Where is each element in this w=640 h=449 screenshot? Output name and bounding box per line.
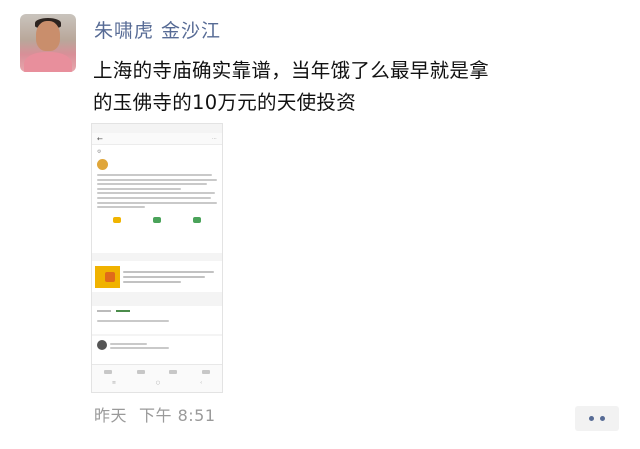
attached-screenshot[interactable]: ← ⋯ ⚙ ≡ ○ ‹: [91, 123, 223, 393]
more-icon: ⋯: [212, 135, 217, 142]
screenshot-text-lines: [97, 174, 217, 209]
post-text-line-1: 上海的寺庙确实靠谱，当年饿了么最早就是拿: [93, 59, 490, 82]
timestamp-day: 昨天: [94, 406, 128, 425]
screenshot-comment-avatar: [97, 340, 107, 350]
screenshot-ad-image: [95, 265, 120, 288]
back-arrow-icon: ←: [97, 134, 103, 143]
nav-menu-icon: ≡: [111, 380, 117, 386]
screenshot-post-card: ⚙: [92, 145, 222, 253]
author-name[interactable]: 朱啸虎 金沙江: [94, 16, 221, 43]
screenshot-avatar: [97, 159, 108, 170]
more-dot: [589, 416, 594, 421]
timestamp-time: 下午 8:51: [139, 406, 216, 425]
more-dots-icon[interactable]: [575, 406, 619, 431]
nav-back-icon: ‹: [200, 380, 203, 386]
screenshot-tabs: [92, 306, 222, 334]
screenshot-bottom-bar: ≡ ○ ‹: [92, 364, 222, 392]
nav-home-icon: ○: [155, 380, 161, 386]
screenshot-author: [97, 159, 217, 170]
screenshot-title-bar: ← ⋯: [92, 133, 222, 145]
avatar-shirt: [24, 52, 72, 72]
avatar-face: [36, 21, 60, 51]
screenshot-actions: [97, 217, 217, 224]
post-text: 上海的寺庙确实靠谱，当年饿了么最早就是拿 的玉佛寺的10万元的天使投资: [93, 55, 633, 119]
screenshot-status-bar: [92, 124, 222, 133]
post-text-line-2: 的玉佛寺的10万元的天使投资: [93, 91, 357, 114]
settings-icon: ⚙: [97, 149, 102, 155]
screenshot-ad: [92, 261, 222, 292]
post-timestamp: 昨天 下午 8:51: [94, 402, 216, 426]
avatar[interactable]: [20, 14, 76, 72]
more-dot: [600, 416, 605, 421]
